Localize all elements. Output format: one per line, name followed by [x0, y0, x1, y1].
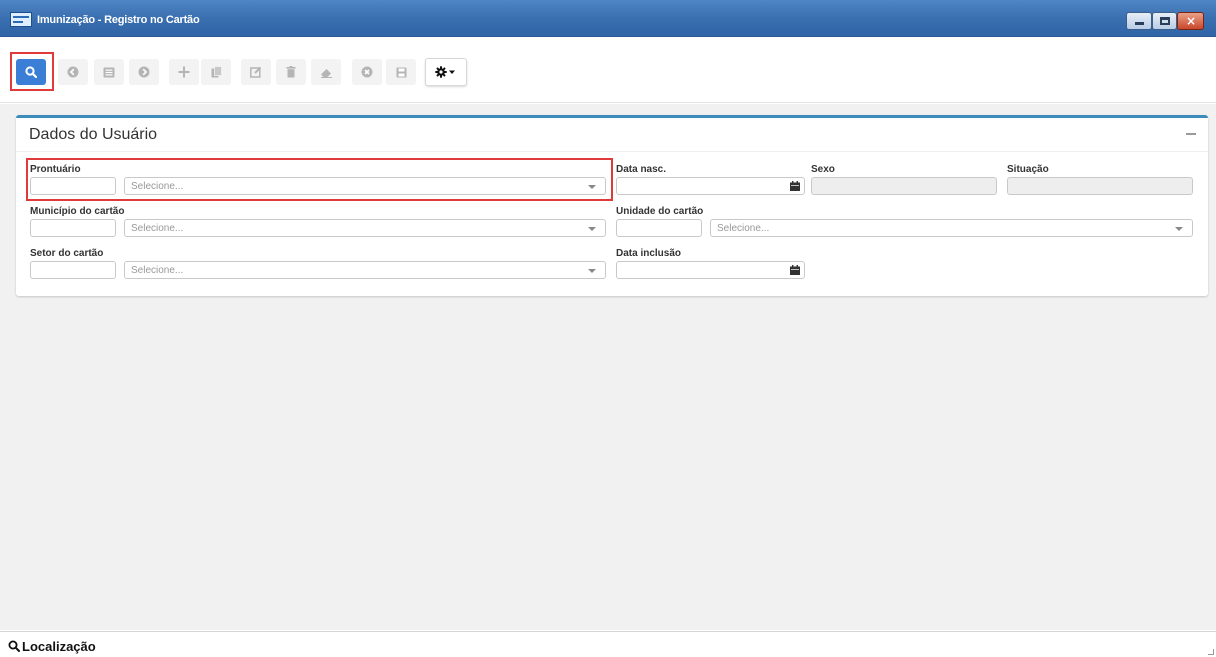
- maximize-icon: [1160, 17, 1170, 25]
- prontuario-label: Prontuário: [30, 164, 81, 175]
- collapse-button[interactable]: [1186, 133, 1196, 135]
- previous-button[interactable]: [58, 59, 88, 85]
- search-icon: [8, 640, 20, 652]
- plus-icon: [178, 66, 190, 78]
- chevron-down-icon: [588, 185, 596, 189]
- app-icon: [10, 12, 32, 27]
- calendar-icon[interactable]: [790, 265, 800, 275]
- setor-code-input[interactable]: [30, 261, 116, 279]
- maximize-button[interactable]: [1152, 12, 1177, 30]
- municipio-select-placeholder: Selecione...: [131, 223, 184, 234]
- prontuario-select[interactable]: Selecione...: [124, 177, 606, 195]
- municipio-label: Município do cartão: [30, 206, 125, 217]
- gear-dropdown-icon: [435, 66, 455, 78]
- data-nasc-label: Data nasc.: [616, 164, 667, 175]
- sexo-field: [811, 177, 997, 195]
- save-button[interactable]: [386, 59, 416, 85]
- window-title: Imunização - Registro no Cartão: [37, 14, 200, 26]
- data-nasc-input[interactable]: [616, 177, 805, 195]
- situacao-label: Situação: [1007, 164, 1049, 175]
- unidade-select[interactable]: Selecione...: [710, 219, 1193, 237]
- data-inclusao-input[interactable]: [616, 261, 805, 279]
- toolbar: [0, 37, 1216, 103]
- situacao-field: [1007, 177, 1193, 195]
- next-button[interactable]: [129, 59, 159, 85]
- minimize-icon: [1135, 22, 1144, 25]
- list-icon: [103, 67, 115, 77]
- chevron-down-icon: [588, 269, 596, 273]
- chevron-down-icon: [588, 227, 596, 231]
- unidade-label: Unidade do cartão: [616, 206, 704, 217]
- prontuario-select-placeholder: Selecione...: [131, 181, 184, 192]
- unidade-code-input[interactable]: [616, 219, 702, 237]
- location-label: Localização: [22, 639, 96, 654]
- window-titlebar: Imunização - Registro no Cartão ×: [0, 0, 1216, 37]
- resize-grip-icon[interactable]: [1208, 649, 1214, 655]
- user-data-panel: Dados do Usuário Prontuário Selecione...…: [16, 115, 1208, 296]
- panel-title: Dados do Usuário: [29, 126, 158, 143]
- search-icon: [25, 66, 37, 78]
- cancel-icon: [361, 66, 373, 78]
- arrow-left-icon: [67, 66, 79, 78]
- main-area: Dados do Usuário Prontuário Selecione...…: [0, 104, 1216, 630]
- unidade-select-placeholder: Selecione...: [717, 223, 770, 234]
- eraser-icon: [320, 68, 332, 78]
- cancel-button[interactable]: [352, 59, 382, 85]
- settings-dropdown-button[interactable]: [425, 58, 467, 86]
- arrow-right-icon: [138, 66, 150, 78]
- clear-button[interactable]: [311, 59, 341, 85]
- panel-header: Dados do Usuário: [16, 118, 1208, 152]
- municipio-code-input[interactable]: [30, 219, 116, 237]
- municipio-select[interactable]: Selecione...: [124, 219, 606, 237]
- edit-button[interactable]: [241, 59, 271, 85]
- close-icon: ×: [1186, 14, 1197, 28]
- minimize-button[interactable]: [1126, 12, 1152, 30]
- list-button[interactable]: [94, 59, 124, 85]
- trash-icon: [286, 66, 296, 78]
- delete-button[interactable]: [276, 59, 306, 85]
- calendar-icon[interactable]: [790, 181, 800, 191]
- add-button[interactable]: [169, 59, 199, 85]
- edit-icon: [250, 66, 262, 78]
- copy-button[interactable]: [201, 59, 231, 85]
- setor-select[interactable]: Selecione...: [124, 261, 606, 279]
- location-footer[interactable]: Localização: [0, 631, 1216, 657]
- chevron-down-icon: [1175, 227, 1183, 231]
- sexo-label: Sexo: [811, 164, 835, 175]
- search-button[interactable]: [16, 59, 46, 85]
- copy-icon: [211, 66, 222, 78]
- save-icon: [396, 67, 406, 77]
- prontuario-code-input[interactable]: [30, 177, 116, 195]
- data-inclusao-label: Data inclusão: [616, 248, 682, 259]
- setor-label: Setor do cartão: [30, 248, 104, 259]
- setor-select-placeholder: Selecione...: [131, 265, 184, 276]
- close-button[interactable]: ×: [1177, 12, 1204, 30]
